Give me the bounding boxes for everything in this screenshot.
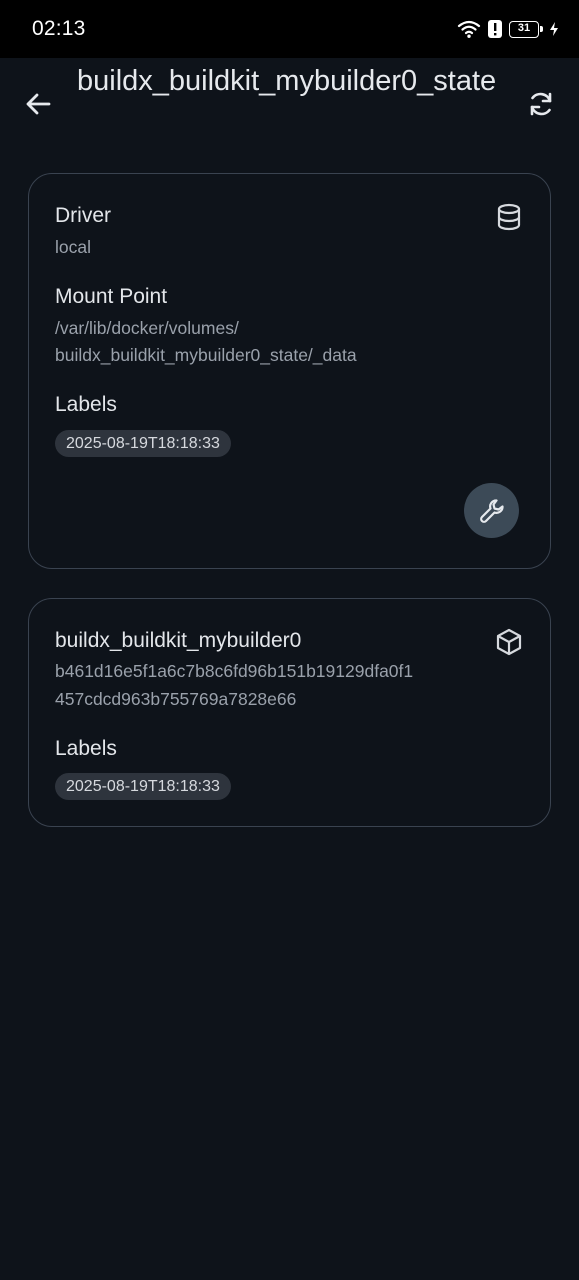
app-bar: buildx_buildkit_mybuilder0_state [0, 58, 579, 158]
volume-details-card: Driver local Mount Point /var/lib/docker… [28, 173, 551, 569]
refresh-icon [523, 86, 559, 122]
container-name: buildx_buildkit_mybuilder0 [55, 629, 302, 652]
driver-label: Driver [55, 204, 111, 227]
back-button[interactable] [20, 86, 56, 122]
alert-icon [487, 19, 503, 39]
labels-label: Labels [55, 737, 117, 760]
label-chip: 2025-08-19T18:18:33 [55, 430, 231, 457]
page-title: buildx_buildkit_mybuilder0_state [77, 65, 497, 97]
arrow-back-icon [20, 86, 56, 122]
mount-point-label: Mount Point [55, 285, 168, 308]
charging-icon [549, 21, 559, 37]
wrench-icon [478, 497, 506, 525]
container-card[interactable]: buildx_buildkit_mybuilder0 b461d16e5f1a6… [28, 598, 551, 827]
wrench-button[interactable] [464, 483, 519, 538]
mount-point-value-line2: buildx_buildkit_mybuilder0_state/_data [55, 345, 357, 365]
label-chip: 2025-08-19T18:18:33 [55, 773, 231, 800]
battery-icon: 31 [509, 20, 543, 38]
refresh-button[interactable] [523, 86, 559, 122]
container-id-line2: 457cdcd963b755769a7828e66 [55, 689, 297, 709]
container-id-line1: b461d16e5f1a6c7b8c6fd96b151b19129dfa0f1 [55, 661, 414, 681]
status-icons: 31 [457, 17, 559, 41]
wifi-icon [457, 19, 481, 39]
labels-label: Labels [55, 393, 117, 416]
mount-point-value-line1: /var/lib/docker/volumes/ [55, 318, 239, 338]
status-bar: 02:13 31 [0, 0, 579, 58]
driver-value: local [55, 237, 91, 257]
status-time: 02:13 [32, 17, 86, 40]
cube-icon [494, 627, 524, 657]
database-icon [494, 202, 524, 232]
